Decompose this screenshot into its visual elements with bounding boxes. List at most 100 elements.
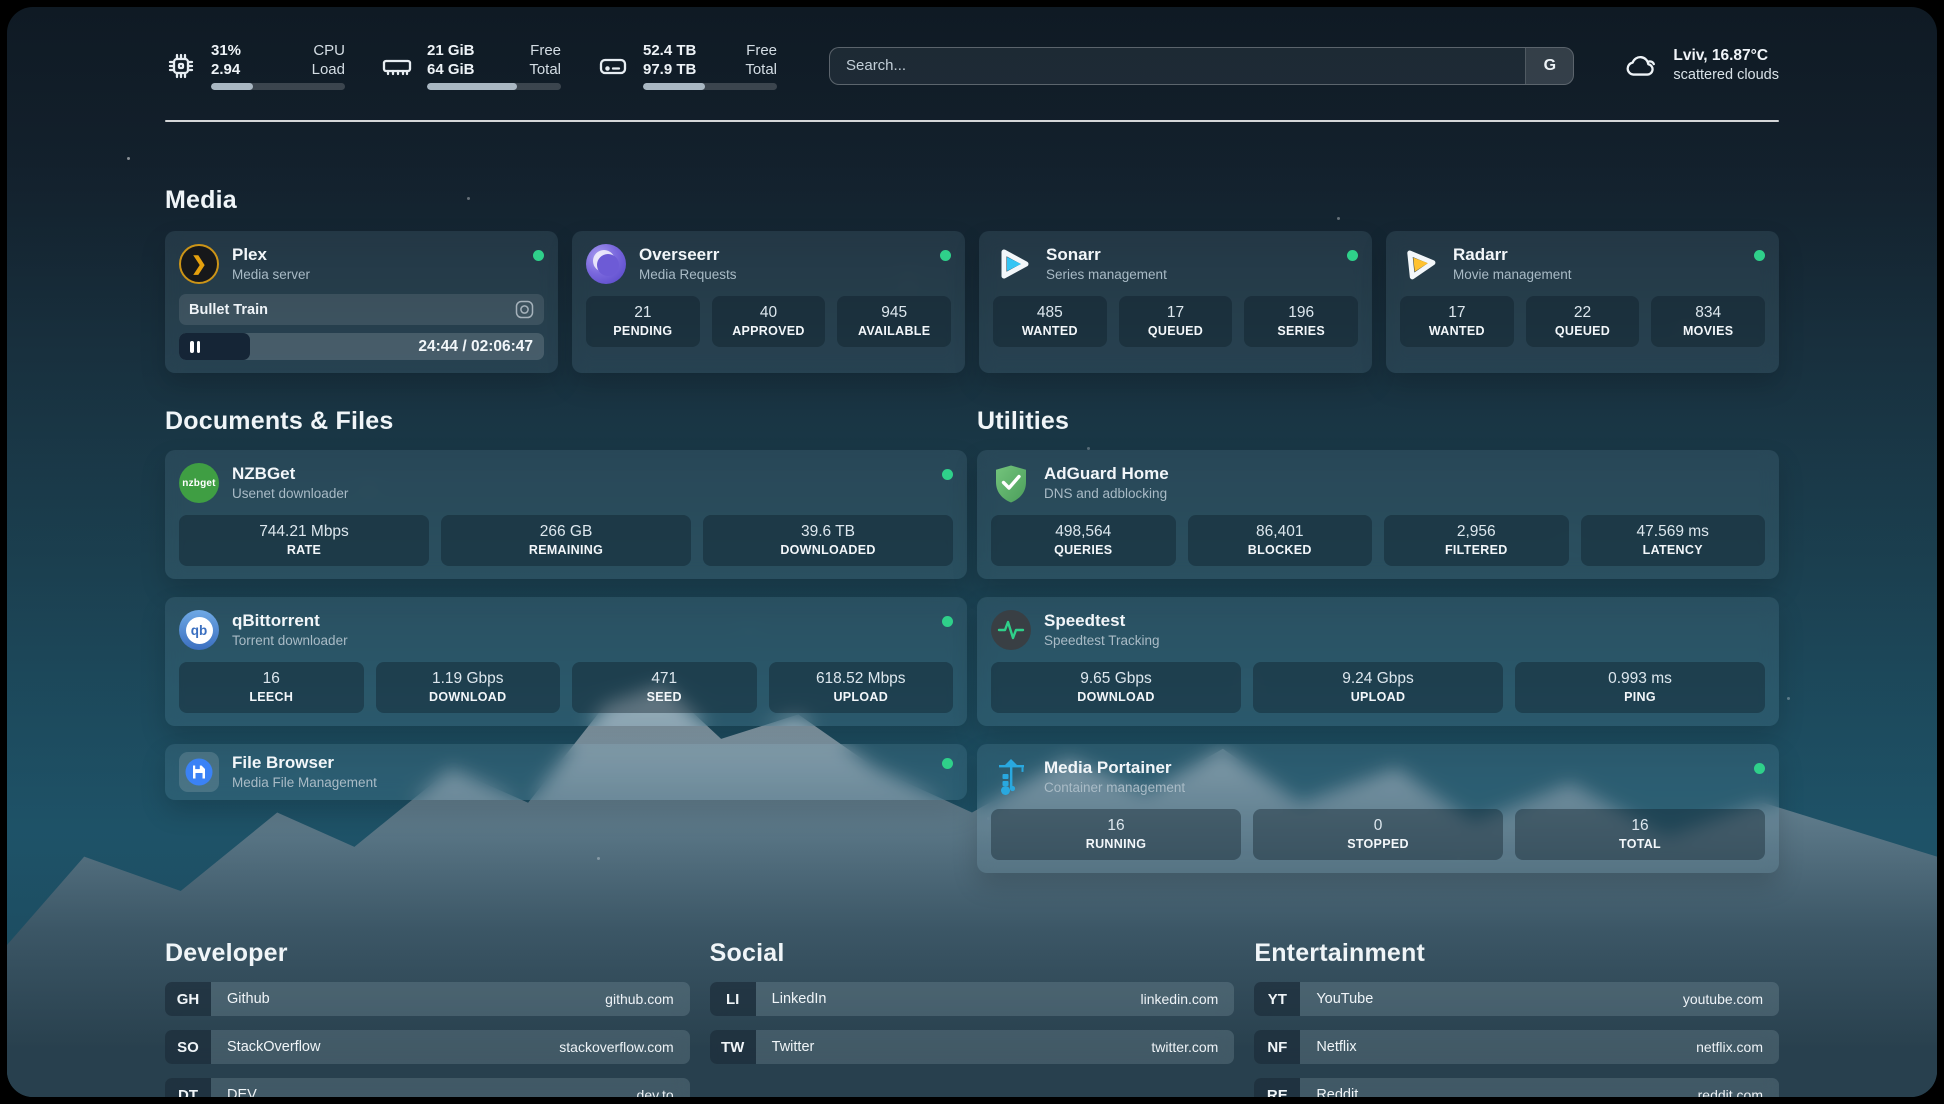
- media-section-heading: Media: [165, 186, 1779, 215]
- stat-tile: 9.65 GbpsDOWNLOAD: [991, 662, 1241, 713]
- app-name: AdGuard Home: [1044, 463, 1169, 485]
- search-engine-button[interactable]: G: [1525, 48, 1573, 84]
- speedtest-pulse-icon: [991, 610, 1031, 650]
- portainer-card[interactable]: Media Portainer Container management 16R…: [977, 744, 1779, 873]
- search-input[interactable]: [830, 48, 1525, 84]
- hard-drive-icon: [597, 50, 629, 82]
- cpu-load-label: Load: [312, 60, 345, 79]
- link-name: StackOverflow: [227, 1039, 320, 1055]
- status-dot: [940, 250, 951, 261]
- link-name: DEV: [227, 1087, 257, 1097]
- storage-progress-track: [643, 83, 777, 90]
- app-name: Plex: [232, 244, 310, 266]
- adguard-card[interactable]: AdGuard Home DNS and adblocking 498,564Q…: [977, 450, 1779, 579]
- memory-free: 21 GiB: [427, 41, 475, 60]
- cpu-progress-fill: [211, 83, 253, 90]
- link-linkedin[interactable]: LI LinkedIn linkedin.com: [710, 982, 1235, 1016]
- stat-tile: 2,956FILTERED: [1384, 515, 1569, 566]
- filebrowser-card[interactable]: File Browser Media File Management: [165, 744, 967, 800]
- link-name: Github: [227, 991, 270, 1007]
- link-twitter[interactable]: TW Twitter twitter.com: [710, 1030, 1235, 1064]
- social-section-heading: Social: [710, 939, 1235, 968]
- storage-free: 52.4 TB: [643, 41, 696, 60]
- link-name: Netflix: [1316, 1039, 1356, 1055]
- top-bar: 31%CPU 2.94Load 21 GiBFree 64 Gi: [165, 7, 1779, 90]
- status-dot: [942, 469, 953, 480]
- stat-tile: 16TOTAL: [1515, 809, 1765, 860]
- filebrowser-icon: [179, 752, 219, 792]
- link-url: youtube.com: [1683, 991, 1763, 1007]
- plex-card[interactable]: ❯ Plex Media server Bullet Train: [165, 231, 558, 373]
- portainer-crane-icon: [991, 757, 1031, 797]
- app-name: Overseerr: [639, 244, 737, 266]
- plex-elapsed-fill: [179, 333, 250, 360]
- link-github[interactable]: GH Github github.com: [165, 982, 690, 1016]
- nzbget-card[interactable]: nzbget NZBGet Usenet downloader 744.21 M…: [165, 450, 967, 579]
- stat-tile: 16LEECH: [179, 662, 364, 713]
- app-subtitle: Usenet downloader: [232, 485, 348, 503]
- app-subtitle: Media Requests: [639, 266, 737, 284]
- status-dot: [1347, 250, 1358, 261]
- stat-tile: 47.569 msLATENCY: [1581, 515, 1766, 566]
- link-netflix[interactable]: NF Netflix netflix.com: [1254, 1030, 1779, 1064]
- link-abbr: GH: [165, 982, 211, 1016]
- link-name: LinkedIn: [772, 991, 827, 1007]
- link-url: twitter.com: [1151, 1039, 1218, 1055]
- plex-progress-bar: 24:44 / 02:06:47: [179, 333, 544, 360]
- stat-tile: 485WANTED: [993, 296, 1107, 347]
- app-subtitle: Container management: [1044, 779, 1185, 797]
- pause-icon: [190, 341, 194, 353]
- link-url: reddit.com: [1698, 1087, 1763, 1097]
- qbittorrent-icon: qb: [179, 610, 219, 650]
- link-url: netflix.com: [1696, 1039, 1763, 1055]
- app-subtitle: Series management: [1046, 266, 1167, 284]
- storage-progress-fill: [643, 83, 705, 90]
- link-abbr: RE: [1254, 1078, 1300, 1097]
- memory-icon: [381, 50, 413, 82]
- stat-tile: 1.19 GbpsDOWNLOAD: [376, 662, 561, 713]
- search-bar: G: [829, 47, 1574, 85]
- app-name: qBittorrent: [232, 610, 348, 632]
- plex-now-playing: Bullet Train: [179, 294, 544, 325]
- link-name: Twitter: [772, 1039, 815, 1055]
- app-name: Speedtest: [1044, 610, 1160, 632]
- memory-stat: 21 GiBFree 64 GiBTotal: [381, 41, 561, 90]
- cpu-usage: 31%: [211, 41, 241, 60]
- weather-widget: Lviv, 16.87°C scattered clouds: [1622, 46, 1779, 85]
- link-abbr: YT: [1254, 982, 1300, 1016]
- cpu-chip-icon: [165, 50, 197, 82]
- overseerr-card[interactable]: Overseerr Media Requests 21PENDING 40APP…: [572, 231, 965, 373]
- app-name: Media Portainer: [1044, 757, 1185, 779]
- sonarr-card[interactable]: Sonarr Series management 485WANTED 17QUE…: [979, 231, 1372, 373]
- stat-tile: 945AVAILABLE: [837, 296, 951, 347]
- link-stackoverflow[interactable]: SO StackOverflow stackoverflow.com: [165, 1030, 690, 1064]
- adguard-shield-icon: [991, 463, 1031, 503]
- radarr-icon: [1400, 244, 1440, 284]
- app-subtitle: Torrent downloader: [232, 632, 348, 650]
- speedtest-card[interactable]: Speedtest Speedtest Tracking 9.65 GbpsDO…: [977, 597, 1779, 726]
- app-name: NZBGet: [232, 463, 348, 485]
- link-abbr: DT: [165, 1078, 211, 1097]
- storage-stat: 52.4 TBFree 97.9 TBTotal: [597, 41, 777, 90]
- link-name: YouTube: [1316, 991, 1373, 1007]
- app-subtitle: DNS and adblocking: [1044, 485, 1169, 503]
- memory-free-label: Free: [530, 41, 561, 60]
- media-apps-row: ❯ Plex Media server Bullet Train: [165, 231, 1779, 373]
- documents-section-heading: Documents & Files: [165, 407, 967, 436]
- stat-tile: 39.6 TBDOWNLOADED: [703, 515, 953, 566]
- link-youtube[interactable]: YT YouTube youtube.com: [1254, 982, 1779, 1016]
- dashboard-background: 31%CPU 2.94Load 21 GiBFree 64 Gi: [7, 7, 1937, 1097]
- link-dev[interactable]: DT DEV dev.to: [165, 1078, 690, 1097]
- link-url: dev.to: [637, 1087, 674, 1097]
- stat-tile: 0.993 msPING: [1515, 662, 1765, 713]
- radarr-card[interactable]: Radarr Movie management 17WANTED 22QUEUE…: [1386, 231, 1779, 373]
- weather-location-temp: Lviv, 16.87°C: [1673, 46, 1779, 66]
- stat-tile: 471SEED: [572, 662, 757, 713]
- link-name: Reddit: [1316, 1087, 1358, 1097]
- qbittorrent-card[interactable]: qb qBittorrent Torrent downloader 16LEEC…: [165, 597, 967, 726]
- plex-icon: ❯: [179, 244, 219, 284]
- link-abbr: LI: [710, 982, 756, 1016]
- overseerr-icon: [586, 244, 626, 284]
- link-reddit[interactable]: RE Reddit reddit.com: [1254, 1078, 1779, 1097]
- entertainment-section-heading: Entertainment: [1254, 939, 1779, 968]
